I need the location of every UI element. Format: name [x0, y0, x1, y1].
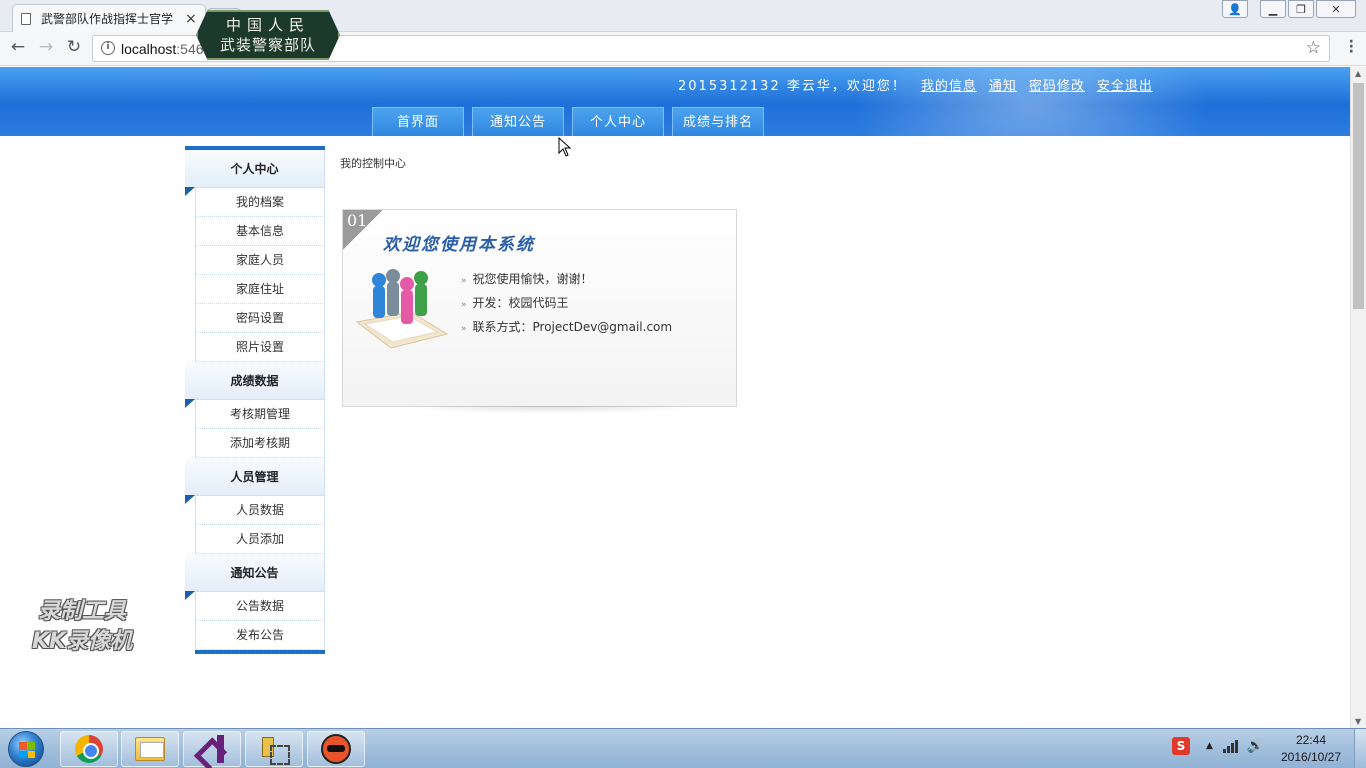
nav-scores-ranking[interactable]: 成绩与排名 [672, 107, 764, 136]
panel-shadow [400, 406, 700, 414]
tab-title: 武警部队作战指挥士官学 [41, 12, 174, 26]
minimize-button[interactable]: ▁ [1260, 0, 1286, 18]
sidebar-item-home-address[interactable]: 家庭住址 [195, 275, 325, 304]
site-logo[interactable]: 中国人民 武装警察部队 [196, 10, 340, 60]
windows-logo-icon [19, 742, 35, 758]
welcome-greeting: 欢迎您使用本系统 [383, 235, 535, 255]
tray-expand-icon[interactable]: ▲ [1206, 741, 1213, 751]
sidebar-item-my-file[interactable]: 我的档案 [195, 188, 325, 217]
visual-studio-icon [198, 735, 226, 763]
page-scrollbar[interactable]: ▲ ▼ [1350, 67, 1366, 728]
taskbar-explorer[interactable] [121, 731, 179, 767]
sidebar-item-publish-notice[interactable]: 发布公告 [195, 621, 325, 650]
sidebar-section-notices[interactable]: 通知公告 [185, 554, 325, 592]
watermark-line2: KK录像机 [32, 629, 133, 654]
sidebar-item-password-settings[interactable]: 密码设置 [195, 304, 325, 333]
link-change-password[interactable]: 密码修改 [1029, 75, 1085, 94]
browser-tab[interactable]: 武警部队作战指挥士官学 × [12, 4, 206, 32]
recorder-icon [321, 734, 351, 764]
restore-button[interactable]: ❐ [1288, 0, 1314, 18]
info-icon[interactable]: i [101, 41, 115, 55]
nav-notices[interactable]: 通知公告 [472, 107, 564, 136]
list-item: » 开发：校园代码王 [461, 296, 569, 310]
taskbar-visual-studio[interactable] [183, 731, 241, 767]
welcome-panel: 01 欢迎您使用本系统 » 祝您使用愉快，谢谢！ » 开发：校园代码王 » 联系方式：… [342, 209, 737, 407]
scroll-down-icon[interactable]: ▼ [1355, 717, 1361, 726]
site-header: 2015312132 李云华，欢迎您！ 我的信息 通知 密码修改 安全退出 首界… [0, 67, 1350, 136]
sidebar-item-photo-settings[interactable]: 照片设置 [195, 333, 325, 362]
forward-button[interactable]: → [34, 37, 58, 57]
system-tray: S ▲ 🔊 [1172, 737, 1264, 755]
chrome-icon [75, 735, 103, 763]
user-bar: 2015312132 李云华，欢迎您！ 我的信息 通知 密码修改 安全退出 [678, 75, 1165, 94]
volume-icon[interactable]: 🔊 [1247, 738, 1264, 754]
sidebar-item-basic-info[interactable]: 基本信息 [195, 217, 325, 246]
people-group-icon [355, 269, 449, 349]
logo-line1: 中国人民 [225, 16, 310, 34]
recorder-watermark: 录制工具 KK录像机 [32, 597, 132, 657]
taskbar-recorder[interactable] [307, 731, 365, 767]
sidebar-item-personnel-data[interactable]: 人员数据 [195, 496, 325, 525]
mouse-cursor-icon [558, 137, 572, 157]
window-close-button[interactable]: ✕ [1316, 0, 1356, 18]
page-icon [21, 12, 31, 25]
start-button[interactable] [8, 731, 44, 767]
logo-line2: 武装警察部队 [219, 36, 316, 54]
browser-menu-icon[interactable]: · · · [1349, 35, 1354, 59]
nav-personal-center[interactable]: 个人中心 [572, 107, 664, 136]
sidebar: 个人中心 我的档案 基本信息 家庭人员 家庭住址 密码设置 照片设置 成绩数据 … [185, 146, 325, 654]
watermark-line1: 录制工具 [38, 599, 127, 624]
clock-date: 2016/10/27 [1280, 750, 1342, 764]
main-nav: 首界面 通知公告 个人中心 成绩与排名 [372, 107, 772, 136]
window-controls: 👤 ▁ ❐ ✕ [1220, 0, 1356, 18]
ime-icon[interactable]: S [1172, 737, 1190, 755]
network-icon[interactable] [1222, 739, 1239, 753]
list-item: » 联系方式：ProjectDev@gmail.com [461, 320, 673, 334]
taskbar-chrome[interactable] [60, 731, 118, 767]
taskbar-clock[interactable]: 22:44 2016/10/27 [1276, 732, 1346, 766]
taskbar-tool[interactable] [245, 731, 303, 767]
welcome-text: 2015312132 李云华，欢迎您！ [678, 79, 907, 94]
sidebar-item-personnel-add[interactable]: 人员添加 [195, 525, 325, 554]
link-notice[interactable]: 通知 [989, 75, 1017, 94]
sidebar-section-scores[interactable]: 成绩数据 [185, 362, 325, 400]
sidebar-section-personnel[interactable]: 人员管理 [185, 458, 325, 496]
profile-icon[interactable]: 👤 [1222, 0, 1248, 18]
sidebar-item-assessment-add[interactable]: 添加考核期 [195, 429, 325, 458]
nav-home[interactable]: 首界面 [372, 107, 464, 136]
sidebar-item-notice-data[interactable]: 公告数据 [195, 592, 325, 621]
breadcrumb: 我的控制中心 [340, 157, 406, 170]
scroll-thumb[interactable] [1353, 83, 1364, 309]
link-logout[interactable]: 安全退出 [1097, 75, 1153, 94]
show-desktop-button[interactable] [1354, 729, 1366, 768]
clock-time: 22:44 [1295, 733, 1327, 747]
back-button[interactable]: ← [6, 37, 30, 57]
welcome-list: » 祝您使用愉快，谢谢！ » 开发：校园代码王 » 联系方式：ProjectDev@g… [461, 270, 672, 342]
url-host: localhost [121, 41, 177, 57]
tab-close-icon[interactable]: × [185, 11, 197, 27]
scroll-up-icon[interactable]: ▲ [1355, 69, 1361, 78]
reload-button[interactable]: ↻ [62, 37, 86, 57]
folder-icon [135, 737, 165, 761]
sidebar-item-assessment-manage[interactable]: 考核期管理 [195, 400, 325, 429]
windows-taskbar: S ▲ 🔊 22:44 2016/10/27 [0, 728, 1366, 768]
link-my-info[interactable]: 我的信息 [921, 75, 977, 94]
sidebar-bottom-rule [195, 650, 325, 654]
tool-icon [260, 735, 290, 765]
bookmark-star-icon[interactable]: ☆ [1306, 38, 1321, 58]
sidebar-item-family-members[interactable]: 家庭人员 [195, 246, 325, 275]
list-item: » 祝您使用愉快，谢谢！ [461, 272, 593, 286]
sidebar-section-personal[interactable]: 个人中心 [185, 150, 325, 188]
panel-number: 01 [347, 211, 368, 230]
